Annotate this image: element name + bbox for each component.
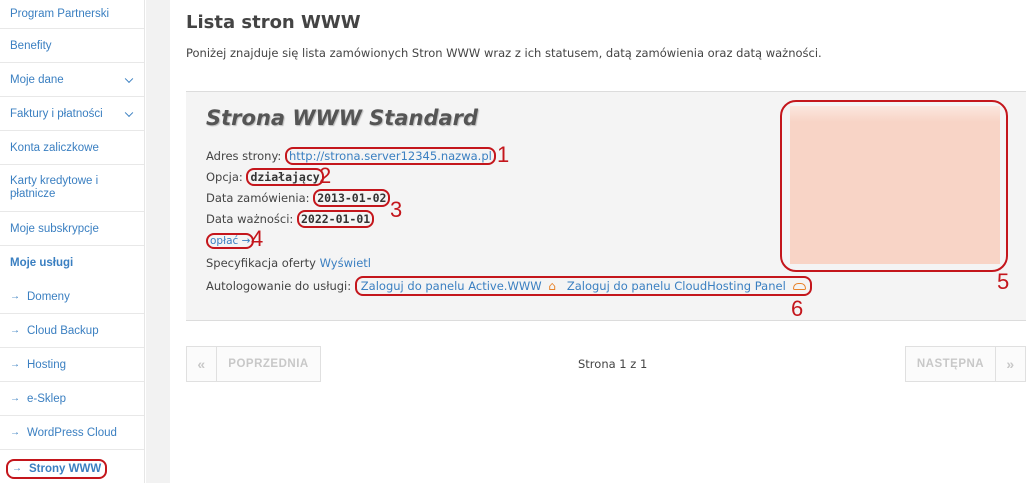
last-page-button[interactable]: »	[995, 346, 1026, 382]
sidebar-item-hosting[interactable]: → Hosting	[0, 348, 144, 382]
sidebar-item-program-partnerski[interactable]: Program Partnerski	[0, 0, 144, 29]
previous-page-button[interactable]: POPRZEDNIA	[216, 346, 321, 382]
sidebar-item-wordpress-cloud[interactable]: → WordPress Cloud	[0, 416, 144, 450]
sidebar-item-label: Moje subskrypcje	[10, 222, 99, 235]
arrow-right-icon: →	[10, 393, 20, 404]
chevron-down-icon	[124, 74, 134, 83]
sidebar-item-faktury[interactable]: Faktury i płatności	[0, 97, 144, 131]
annotation-marker-3: 3	[390, 197, 403, 222]
sidebar-item-label: Hosting	[27, 358, 66, 371]
option-label: Opcja:	[206, 170, 243, 184]
sidebar-item-label: e-Sklep	[27, 392, 66, 405]
sidebar-item-label: Karty kredytowe i płatnicze	[10, 175, 99, 200]
login-active-www-link[interactable]: Zaloguj do panelu Active.WWW	[361, 279, 542, 293]
sidebar-item-e-sklep[interactable]: → e-Sklep	[0, 382, 144, 416]
home-icon: ⌂	[548, 279, 556, 293]
section-heading-label: Moje usługi	[10, 257, 74, 269]
page-intro: Poniżej znajduje się lista zamówionych S…	[186, 46, 822, 60]
sidebar-item-strony-www[interactable]: → Strony WWW	[0, 450, 144, 483]
arrow-right-icon: →	[10, 359, 20, 370]
first-page-button[interactable]: «	[186, 346, 217, 382]
annotation-marker-5: 5	[997, 269, 1010, 294]
sidebar-item-label: Cloud Backup	[27, 324, 99, 337]
spec-link[interactable]: Wyświetl	[320, 256, 371, 270]
sidebar-item-label: Konta zaliczkowe	[10, 141, 99, 154]
expiry-label: Data ważności:	[206, 212, 294, 226]
arrow-right-icon: →	[12, 463, 22, 474]
expiry-value: 2022-01-01	[296, 210, 375, 228]
sidebar-item-subskrypcje[interactable]: Moje subskrypcje	[0, 212, 144, 246]
sidebar-item-label: Domeny	[27, 290, 70, 303]
sidebar-item-label: Benefity	[10, 39, 52, 52]
annotation-marker-4: 4	[251, 226, 264, 251]
sidebar-item-konta-zaliczkowe[interactable]: Konta zaliczkowe	[0, 131, 144, 165]
chevron-down-icon	[124, 108, 134, 117]
annotation-marker-6: 6	[791, 296, 804, 321]
option-value: działający	[246, 168, 324, 186]
highlight-ring: → Strony WWW	[6, 458, 108, 479]
autologin-label: Autologowanie do usługi:	[206, 279, 352, 293]
sidebar-item-karty[interactable]: Karty kredytowe i płatnicze	[0, 165, 144, 212]
sidebar-item-label: Program Partnerski	[10, 8, 110, 20]
product-name: Strona WWW Standard	[206, 106, 479, 130]
annotation-marker-1: 1	[497, 142, 510, 167]
sidebar: Program Partnerski Benefity Moje dane Fa…	[0, 0, 145, 483]
arrow-right-icon: →	[10, 291, 20, 302]
sidebar-item-label: Faktury i płatności	[10, 107, 103, 120]
option-row: Opcja: działający	[206, 168, 324, 186]
address-label: Adres strony:	[206, 149, 282, 163]
spec-row: Specyfikacja oferty Wyświetl	[206, 256, 371, 270]
sidebar-gutter	[146, 0, 170, 483]
sidebar-item-label: WordPress Cloud	[27, 426, 117, 439]
sidebar-item-moje-dane[interactable]: Moje dane	[0, 63, 144, 97]
arrow-right-icon: →	[10, 427, 20, 438]
login-cloudhosting-link[interactable]: Zaloguj do panelu CloudHosting Panel	[567, 279, 786, 293]
autologin-row: Autologowanie do usługi: Zaloguj do pane…	[206, 276, 813, 296]
site-thumbnail[interactable]	[790, 106, 1000, 264]
pay-link[interactable]: opłać →	[206, 233, 255, 249]
address-row: Adres strony: http://strona.server12345.…	[206, 147, 496, 165]
order-date-value: 2013-01-02	[313, 189, 391, 207]
sidebar-item-cloud-backup[interactable]: → Cloud Backup	[0, 314, 144, 348]
main-content: Lista stron WWW Poniżej znajduje się lis…	[170, 0, 1030, 483]
sidebar-item-domeny[interactable]: → Domeny	[0, 280, 144, 314]
arrow-right-icon: →	[10, 325, 20, 336]
sidebar-item-label: Moje dane	[10, 73, 64, 86]
page-title: Lista stron WWW	[186, 12, 361, 33]
pay-row: opłać →	[206, 233, 255, 249]
sidebar-item-benefity[interactable]: Benefity	[0, 29, 144, 63]
product-card: Strona WWW Standard Adres strony: http:/…	[186, 91, 1026, 321]
pay-link-label: opłać	[210, 235, 239, 247]
next-page-button[interactable]: NASTĘPNA	[905, 346, 996, 382]
arrow-right-icon: →	[241, 235, 251, 247]
cloud-icon	[793, 283, 807, 290]
sidebar-item-label: Strony WWW	[29, 462, 102, 475]
address-link[interactable]: http://strona.server12345.nazwa.pl	[284, 147, 496, 165]
pagination: « POPRZEDNIA Strona 1 z 1 NASTĘPNA »	[186, 346, 1026, 382]
order-date-row: Data zamówienia: 2013-01-02	[206, 189, 391, 207]
page-info: Strona 1 z 1	[578, 357, 648, 371]
sidebar-section-heading: Moje usługi	[0, 246, 144, 280]
annotation-marker-2: 2	[319, 163, 332, 188]
autologin-links-group: Zaloguj do panelu Active.WWW ⌂ Zaloguj d…	[354, 276, 813, 296]
expiry-date-row: Data ważności: 2022-01-01	[206, 210, 375, 228]
order-date-label: Data zamówienia:	[206, 191, 310, 205]
spec-label: Specyfikacja oferty	[206, 256, 316, 270]
